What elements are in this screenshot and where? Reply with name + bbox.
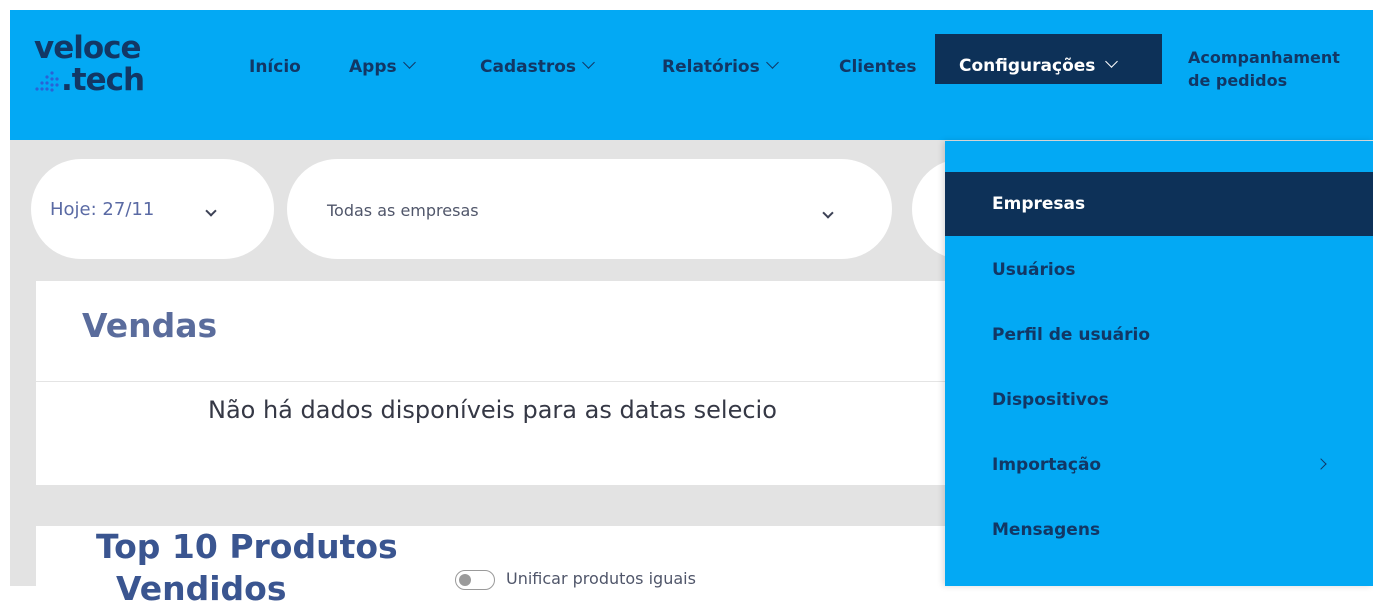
menu-item-importacao[interactable]: Importação	[945, 433, 1373, 497]
configuracoes-dropdown-menu: Empresas Usuários Perfil de usuário Disp…	[945, 141, 1373, 586]
nav-acompanhamento[interactable]: Acompanhament de pedidos	[1188, 46, 1340, 92]
nav-relatorios[interactable]: Relatórios	[662, 56, 779, 77]
date-filter-dropdown[interactable]: Hoje: 27/11	[31, 159, 274, 259]
nav-clientes[interactable]: Clientes	[839, 57, 917, 77]
unify-products-toggle[interactable]	[455, 570, 495, 590]
no-data-message: Não há dados disponíveis para as datas s…	[208, 396, 777, 424]
nav-configuracoes[interactable]: Configurações	[935, 34, 1162, 84]
nav-apps[interactable]: Apps	[349, 56, 416, 77]
logo-dots-icon	[35, 71, 59, 92]
vendas-card: Vendas Não há dados disponíveis para as …	[36, 281, 976, 485]
veloce-tech-logo[interactable]: veloce .tech	[34, 30, 145, 98]
nav-cadastros[interactable]: Cadastros	[480, 56, 595, 77]
vendas-title: Vendas	[82, 306, 218, 345]
chevron-down-icon	[822, 207, 834, 219]
top-products-card: Top 10 Produtos Vendidos Unificar produt…	[36, 526, 976, 608]
company-filter-label: Todas as empresas	[327, 201, 479, 220]
logo-line1: veloce	[34, 30, 142, 66]
chevron-down-icon	[402, 56, 416, 69]
menu-item-mensagens[interactable]: Mensagens	[945, 498, 1373, 562]
company-filter-dropdown[interactable]: Todas as empresas	[287, 159, 892, 259]
top-products-title: Top 10 Produtos	[96, 527, 398, 566]
unify-products-label: Unificar produtos iguais	[506, 569, 696, 588]
nav-inicio[interactable]: Início	[249, 57, 301, 77]
chevron-right-icon	[1315, 458, 1327, 470]
logo-line2: .tech	[61, 62, 145, 98]
chevron-down-icon	[582, 56, 595, 69]
menu-item-usuarios[interactable]: Usuários	[945, 238, 1373, 302]
date-filter-label: Hoje: 27/11	[50, 199, 155, 220]
top-strip	[0, 0, 1373, 10]
menu-item-empresas[interactable]: Empresas	[945, 172, 1373, 236]
toggle-knob	[459, 574, 471, 586]
divider	[36, 381, 976, 382]
chevron-down-icon	[205, 205, 217, 217]
chevron-down-icon	[765, 56, 779, 69]
chevron-down-icon	[1105, 55, 1119, 68]
top-products-title-line2: Vendidos	[116, 569, 287, 608]
menu-item-perfil-usuario[interactable]: Perfil de usuário	[945, 303, 1373, 367]
menu-item-dispositivos[interactable]: Dispositivos	[945, 368, 1373, 432]
